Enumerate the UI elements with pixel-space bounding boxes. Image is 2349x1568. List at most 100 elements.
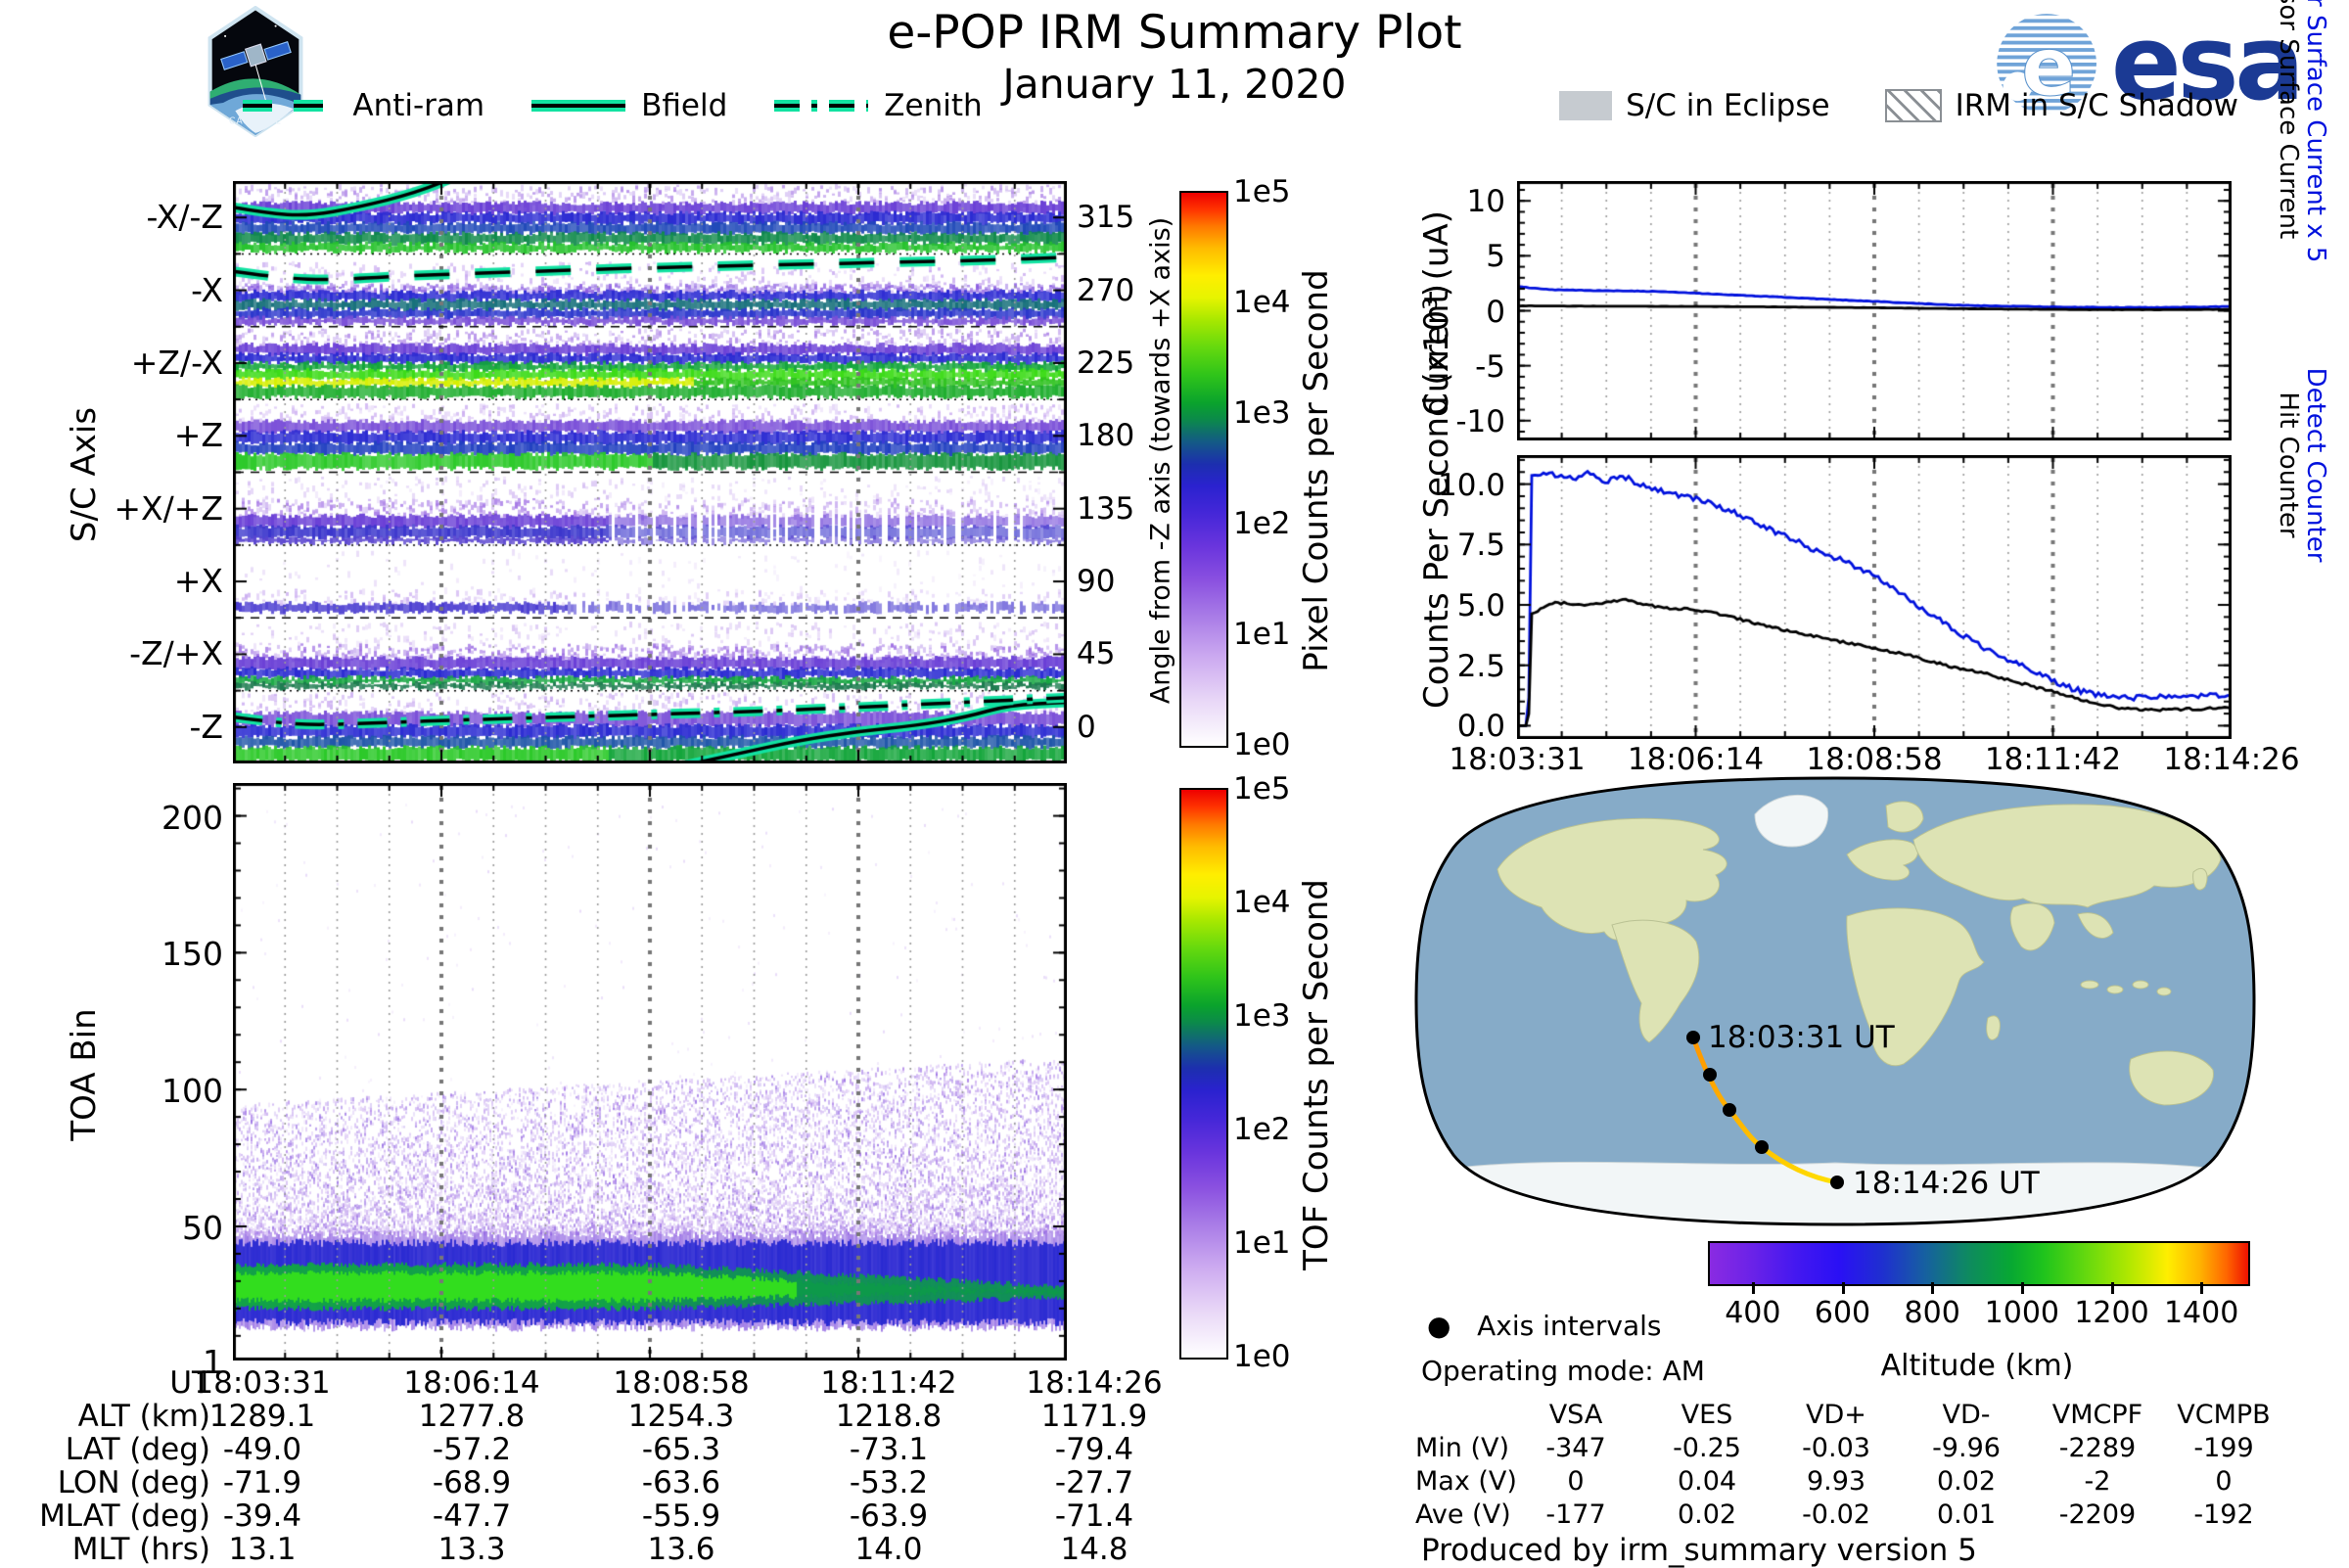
shadow-swatch-icon — [1885, 89, 1942, 122]
eph-cell: 14.0 — [781, 1532, 996, 1567]
counts-right-label-black: Hit Counter — [2274, 318, 2303, 612]
s1-angle-tick: 315 — [1077, 200, 1155, 235]
eph-cell: -55.9 — [574, 1499, 789, 1534]
eph-cell: -57.2 — [364, 1432, 579, 1467]
eph-cell: 1289.1 — [155, 1399, 370, 1434]
curve-legend: Anti-ram Bfield Zenith — [147, 84, 1077, 127]
eph-cell: 18:11:42 — [781, 1365, 996, 1401]
s1-right-axis-label: Angle from -Z axis (towards +X axis) — [1146, 158, 1176, 764]
volt-header: VSA — [1507, 1400, 1644, 1430]
eph-cell: 13.3 — [364, 1532, 579, 1567]
volt-header: VD+ — [1768, 1400, 1905, 1430]
volt-cell: 9.93 — [1768, 1466, 1905, 1497]
volt-cell: 0.04 — [1638, 1466, 1775, 1497]
epop-irm-summary-page: { "header": {"title": "e-POP IRM Summary… — [0, 0, 2349, 1566]
volt-cell: -0.02 — [1768, 1499, 1905, 1530]
time-tick-label: 18:06:14 — [1613, 742, 1779, 777]
footer-text: Produced by irm_summary version 5 — [1421, 1533, 1977, 1568]
volt-cell: -9.96 — [1898, 1433, 2035, 1463]
eph-cell: 14.8 — [987, 1532, 1202, 1567]
eph-cell: 18:08:58 — [574, 1365, 789, 1401]
eph-cell: -73.1 — [781, 1432, 996, 1467]
s1-row-label: -X/-Z — [37, 198, 223, 236]
cbar1-tick: 1e0 — [1233, 727, 1321, 762]
c-cur-ytick: -10 — [1378, 404, 1505, 439]
s1-row-label: -Z/+X — [37, 634, 223, 672]
c-cnt-ytick: 5.0 — [1378, 588, 1505, 623]
legend-bfield: Bfield — [530, 88, 727, 123]
cbar1-tick: 1e4 — [1233, 285, 1321, 320]
c-cnt-ytick: 7.5 — [1378, 528, 1505, 563]
time-tick-label: 18:11:42 — [1970, 742, 2137, 777]
bfield-line-icon — [530, 95, 627, 116]
eph-cell: -68.9 — [364, 1465, 579, 1500]
alt-tick-mark — [2200, 1282, 2203, 1294]
altitude-label: Altitude (km) — [1830, 1349, 2124, 1383]
cbar2-tick: 1e5 — [1233, 771, 1321, 807]
s2-y-tick: 150 — [96, 935, 223, 973]
time-tick-label: 18:08:58 — [1791, 742, 1958, 777]
c-cur-ytick: 10 — [1378, 184, 1505, 219]
eph-cell: 18:06:14 — [364, 1365, 579, 1401]
volt-cell: -0.25 — [1638, 1433, 1775, 1463]
c-cnt-ytick: 10.0 — [1378, 468, 1505, 503]
legend-shadow: IRM in S/C Shadow — [1885, 88, 2238, 123]
eph-cell: -39.4 — [155, 1499, 370, 1534]
volt-header: VCMPB — [2155, 1400, 2292, 1430]
alt-tick-mark — [1752, 1282, 1755, 1294]
current-plot — [1517, 181, 2232, 440]
legend-eclipse-label: S/C in Eclipse — [1626, 88, 1830, 123]
volt-cell: -2 — [2029, 1466, 2166, 1497]
s1-angle-tick: 0 — [1077, 710, 1155, 745]
volt-cell: -0.03 — [1768, 1433, 1905, 1463]
c-cur-ytick: 0 — [1378, 295, 1505, 330]
axis-intervals-legend: ● Axis intervals — [1427, 1310, 1661, 1342]
volt-cell: 0.02 — [1898, 1466, 2035, 1497]
c-cur-ytick: 5 — [1378, 239, 1505, 274]
eph-cell: -53.2 — [781, 1465, 996, 1500]
s1-angle-tick: 180 — [1077, 418, 1155, 453]
legend-anti-ram-label: Anti-ram — [352, 88, 484, 123]
world-map-icon: 18:03:31 UT 18:14:26 UT — [1405, 771, 2266, 1231]
s1-row-label: +X/+Z — [37, 489, 223, 528]
eph-cell: -63.6 — [574, 1465, 789, 1500]
s1-angle-tick: 45 — [1077, 636, 1155, 671]
c-cur-ytick: -5 — [1378, 349, 1505, 385]
volt-cell: -192 — [2155, 1499, 2292, 1530]
eclipse-swatch-icon — [1559, 91, 1612, 120]
volt-header: VD- — [1898, 1400, 2035, 1430]
toa-bin-spectrogram — [233, 783, 1067, 1360]
eph-cell: -65.3 — [574, 1432, 789, 1467]
volt-cell: -2209 — [2029, 1499, 2166, 1530]
s2-y-tick: 1 — [96, 1343, 223, 1381]
legend-zenith: Zenith — [772, 88, 982, 123]
volt-header: VES — [1638, 1400, 1775, 1430]
s1-row-label: +X — [37, 562, 223, 600]
cbar2-tick: 1e4 — [1233, 885, 1321, 920]
axis-interval-dot-icon: ● — [1427, 1310, 1451, 1342]
alt-tick-label: 1400 — [2142, 1296, 2260, 1330]
eph-cell: 1254.3 — [574, 1399, 789, 1434]
eph-cell: -71.9 — [155, 1465, 370, 1500]
volt-cell: -347 — [1507, 1433, 1644, 1463]
alt-tick-mark — [1931, 1282, 1934, 1294]
current-right-label-black: Sensor Surface Current — [2274, 0, 2303, 326]
volt-cell: 0.01 — [1898, 1499, 2035, 1530]
s1-ylabel: S/C Axis — [65, 377, 104, 573]
alt-tick-mark — [1842, 1282, 1845, 1294]
eph-cell: 13.1 — [155, 1532, 370, 1567]
c-cnt-ytick: 2.5 — [1378, 649, 1505, 684]
s1-row-label: +Z — [37, 416, 223, 454]
cbar1-tick: 1e2 — [1233, 506, 1321, 541]
ground-track-map: 18:03:31 UT 18:14:26 UT — [1405, 771, 2266, 1235]
pixel-counts-colorbar — [1179, 191, 1228, 748]
volt-cell: -2289 — [2029, 1433, 2166, 1463]
cbar2-tick: 1e0 — [1233, 1339, 1321, 1374]
volt-cell: 0 — [1507, 1466, 1644, 1497]
eph-cell: -47.7 — [364, 1499, 579, 1534]
s1-row-label: +Z/-X — [37, 344, 223, 382]
volt-cell: -199 — [2155, 1433, 2292, 1463]
time-tick-label: 18:14:26 — [2148, 742, 2315, 777]
eph-cell: 1171.9 — [987, 1399, 1202, 1434]
legend-shadow-label: IRM in S/C Shadow — [1956, 88, 2238, 123]
